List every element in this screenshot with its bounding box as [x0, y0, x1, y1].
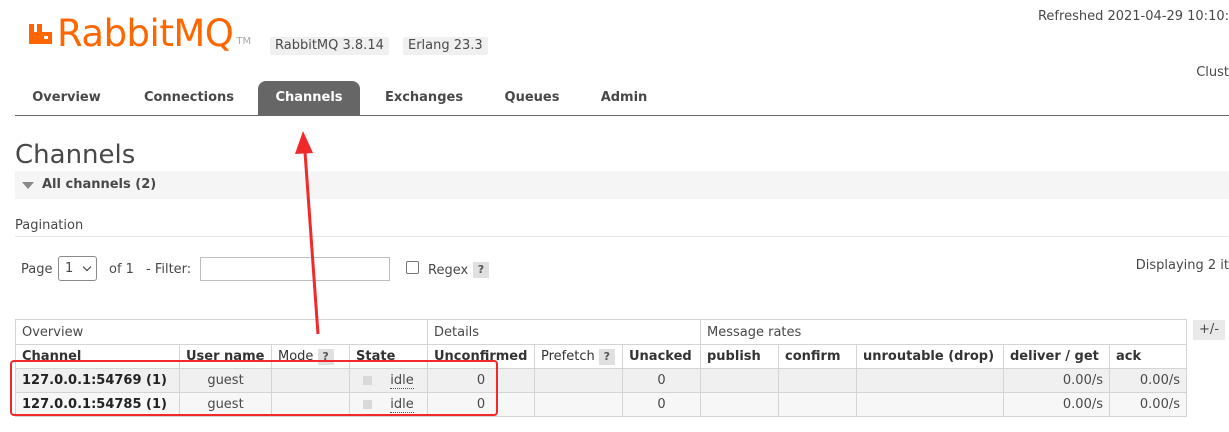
tab-connections[interactable]: Connections — [127, 81, 251, 115]
group-details: Details — [427, 319, 701, 345]
section-heading: All channels (2) — [42, 177, 157, 192]
col-publish[interactable]: publish — [700, 344, 779, 369]
col-ack[interactable]: ack — [1109, 344, 1187, 369]
rabbit-logo-icon — [29, 24, 52, 44]
prefetch-cell — [534, 392, 623, 417]
col-deliver-get[interactable]: deliver / get — [1003, 344, 1110, 369]
collapse-triangle-icon — [22, 182, 34, 189]
prefetch-help-icon[interactable]: ? — [598, 348, 615, 365]
ack-cell: 0.00/s — [1109, 368, 1187, 393]
regex-checkbox[interactable] — [406, 261, 419, 274]
rabbitmq-version-badge: RabbitMQ 3.8.14 — [270, 37, 389, 55]
regex-help-icon[interactable]: ? — [473, 262, 489, 278]
regex-label: Regex — [428, 263, 469, 278]
ack-cell: 0.00/s — [1109, 392, 1187, 417]
filter-input[interactable] — [200, 257, 390, 281]
erlang-version-badge: Erlang 23.3 — [403, 37, 488, 55]
unacked-cell: 0 — [622, 368, 701, 393]
unroutable-cell — [856, 368, 1004, 393]
col-prefetch[interactable]: Prefetch ? — [534, 344, 623, 369]
page-select[interactable]: 1 — [58, 256, 97, 281]
chevron-down-icon — [82, 262, 92, 272]
tab-channels[interactable]: Channels — [258, 81, 360, 115]
tab-overview[interactable]: Overview — [18, 81, 115, 115]
annotation-highlight-box — [10, 360, 498, 416]
rabbitmq-logo[interactable]: RabbitMQ TM — [28, 14, 251, 54]
displaying-count: Displaying 2 it — [1135, 258, 1229, 273]
col-unroutable[interactable]: unroutable (drop) — [856, 344, 1004, 369]
page-title: Channels — [15, 140, 136, 170]
columns-toggle-button[interactable]: +/- — [1193, 320, 1225, 340]
group-message-rates: Message rates — [700, 319, 1187, 345]
all-channels-section-toggle[interactable]: All channels (2) — [15, 171, 1229, 199]
unroutable-cell — [856, 392, 1004, 417]
confirm-cell — [778, 368, 857, 393]
refresh-status[interactable]: Refreshed 2021-04-29 10:10: — [1038, 9, 1229, 24]
main-nav: Overview Connections Channels Exchanges … — [15, 81, 1229, 116]
cluster-name: Clust — [1196, 65, 1229, 80]
logo-wordmark: RabbitMQ — [57, 12, 234, 55]
filter-label: - Filter: — [146, 262, 192, 277]
col-unacked[interactable]: Unacked — [622, 344, 701, 369]
pagination-heading: Pagination — [15, 218, 84, 233]
publish-cell — [700, 392, 779, 417]
column-group-row: Overview Details Message rates — [15, 319, 1187, 345]
publish-cell — [700, 368, 779, 393]
prefetch-cell — [534, 368, 623, 393]
deliver-get-cell: 0.00/s — [1003, 392, 1110, 417]
confirm-cell — [778, 392, 857, 417]
deliver-get-cell: 0.00/s — [1003, 368, 1110, 393]
divider — [15, 236, 1229, 237]
page-select-value: 1 — [65, 261, 74, 276]
page-label: Page — [21, 262, 53, 277]
tab-queues[interactable]: Queues — [491, 81, 573, 115]
page-count-label: of 1 — [109, 262, 134, 277]
group-overview: Overview — [15, 319, 428, 345]
unacked-cell: 0 — [622, 392, 701, 417]
col-confirm[interactable]: confirm — [778, 344, 857, 369]
tab-admin[interactable]: Admin — [588, 81, 660, 115]
tab-exchanges[interactable]: Exchanges — [370, 81, 478, 115]
logo-trademark: TM — [236, 35, 252, 47]
